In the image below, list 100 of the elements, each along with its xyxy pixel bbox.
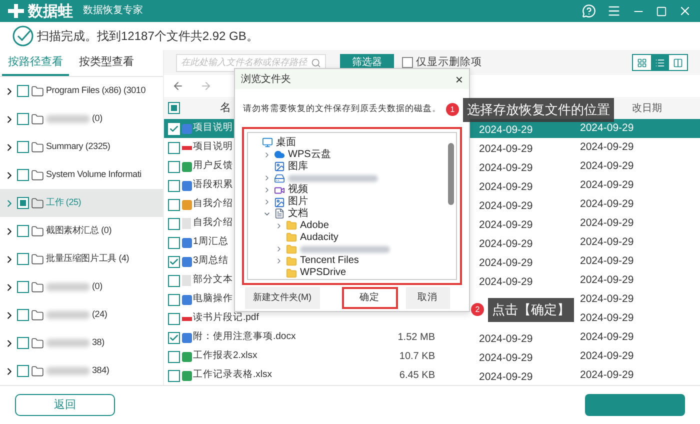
dialog-close-button[interactable]: × — [455, 72, 463, 86]
view-mode-button[interactable] — [633, 55, 651, 70]
checkbox[interactable] — [168, 332, 180, 344]
modified-date: 2024-09-29 — [580, 196, 634, 212]
modified-date: 2024-09-29 — [580, 330, 634, 345]
scrollbar[interactable] — [448, 143, 454, 205]
checkbox[interactable] — [17, 253, 29, 265]
help-icon[interactable] — [582, 4, 596, 18]
file-size: 1.52 MB — [398, 331, 435, 345]
close-icon[interactable] — [678, 4, 692, 18]
search-field[interactable]: 在此处输入文件名称或保存路径 — [176, 54, 326, 72]
checkbox[interactable] — [17, 225, 29, 237]
folder-label: Program Files (x86) (3010 — [46, 84, 146, 98]
checkbox[interactable] — [168, 256, 180, 268]
checkbox[interactable] — [17, 169, 29, 181]
checkbox[interactable] — [17, 365, 29, 377]
checkbox[interactable] — [168, 370, 180, 382]
new-folder-button[interactable]: 新建文件夹(M) — [245, 287, 320, 309]
file-name: 附：使用注意事项.docx — [193, 330, 296, 344]
folder-label: 工作 (25) — [46, 196, 82, 210]
folder-label[interactable]: 图库 — [288, 162, 308, 172]
folder-icon — [31, 252, 44, 266]
folder-label[interactable]: 视频 — [288, 185, 308, 196]
dialog-title: 浏览文件夹 — [241, 72, 291, 86]
app-logo-text: 数据蛙 — [28, 4, 73, 18]
partial-fill — [20, 200, 26, 206]
folder-label[interactable]: WPS云盘 — [288, 150, 331, 160]
folder-label[interactable]: Adobe — [300, 220, 329, 231]
column-header[interactable]: 改日期 — [632, 100, 662, 116]
checkbox[interactable] — [168, 218, 180, 230]
folder-label[interactable]: Audacity — [300, 232, 338, 243]
file-size: 10.7 KB — [399, 350, 435, 364]
menu-icon[interactable] — [607, 4, 621, 18]
callout-tooltip: 选择存放恢复文件的位置 — [463, 98, 614, 122]
created-date: 2024-09-29 — [479, 256, 533, 268]
deleted-only-label[interactable]: 仅显示删除项 — [416, 54, 482, 71]
folder-label: (24) — [92, 308, 108, 322]
folder-label: 批量压缩图片工具 (4) — [46, 252, 130, 266]
folder-icon — [31, 336, 44, 350]
folder-label[interactable]: 桌面 — [276, 138, 296, 148]
created-date: 2024-09-29 — [479, 124, 533, 136]
created-date: 2024-09-29 — [479, 180, 533, 192]
checkbox[interactable] — [17, 281, 29, 293]
search-icon[interactable] — [311, 58, 321, 68]
checkbox[interactable] — [402, 57, 413, 68]
folder-label[interactable]: WPSDrive — [300, 268, 346, 278]
folder-icon — [31, 224, 44, 238]
back-button[interactable]: 返回 — [15, 394, 115, 416]
checkbox[interactable] — [168, 350, 180, 362]
folder-label: (0) — [92, 280, 102, 294]
checkbox[interactable] — [17, 113, 29, 125]
folder-icon — [31, 308, 44, 322]
checkbox[interactable] — [168, 236, 180, 248]
cancel-button[interactable]: 取消 — [406, 287, 450, 309]
checkbox[interactable] — [168, 160, 180, 172]
folder-icon — [31, 140, 44, 154]
view-tab[interactable]: 按类型查看 — [73, 50, 140, 76]
checkbox[interactable] — [168, 198, 180, 210]
created-date: 2024-09-29 — [479, 200, 533, 212]
checkbox[interactable] — [168, 142, 180, 154]
checkbox[interactable] — [168, 102, 180, 114]
column-header[interactable]: 名 — [220, 100, 231, 116]
folder-label: (0) — [92, 112, 102, 126]
file-name: 自我介绍 — [193, 197, 233, 212]
file-name: 自我介绍 — [193, 216, 233, 230]
checkbox[interactable] — [17, 85, 29, 97]
modified-date: 2024-09-29 — [580, 234, 634, 250]
checkbox[interactable] — [17, 337, 29, 349]
checkbox[interactable] — [17, 141, 29, 153]
modified-date: 2024-09-29 — [580, 120, 634, 136]
folder-icon — [31, 280, 44, 294]
checkbox[interactable] — [168, 274, 180, 286]
ok-button[interactable]: 确定 — [342, 287, 398, 309]
checkbox[interactable] — [168, 180, 180, 192]
check-circle-icon — [12, 25, 34, 47]
folder-label[interactable]: 文档 — [288, 208, 308, 219]
partial-fill — [171, 105, 177, 111]
modified-date: 2024-09-29 — [580, 254, 634, 269]
file-name: 工作记录表格.xlsx — [193, 368, 272, 382]
checkbox[interactable] — [17, 197, 29, 209]
folder-icon — [31, 364, 44, 378]
modified-date: 2024-09-29 — [580, 272, 634, 288]
checkbox[interactable] — [168, 294, 180, 306]
created-date: 2024-09-29 — [479, 162, 533, 174]
search-input[interactable]: 在此处输入文件名称或保存路径 — [181, 56, 311, 70]
modified-date: 2024-09-29 — [580, 348, 634, 364]
folder-label: System Volume Informati — [46, 168, 142, 182]
created-date: 2024-09-29 — [479, 332, 533, 344]
view-mode-button[interactable] — [669, 55, 687, 70]
modified-date: 2024-09-29 — [580, 292, 634, 307]
folder-label[interactable]: 图片 — [288, 197, 308, 208]
checkbox[interactable] — [17, 309, 29, 321]
maximize-icon[interactable] — [656, 6, 667, 16]
view-mode-button[interactable] — [651, 55, 669, 70]
dialog-message: 请勿将需要恢复的文件保存到原丢失数据的磁盘。 — [243, 102, 441, 114]
file-size: 6.45 KB — [399, 369, 435, 383]
back-arrow-icon[interactable] — [172, 80, 184, 92]
file-name: 读书片段记.pdf — [193, 311, 259, 326]
folder-label[interactable]: Tencent Files — [300, 256, 359, 266]
checkbox[interactable] — [168, 312, 180, 324]
